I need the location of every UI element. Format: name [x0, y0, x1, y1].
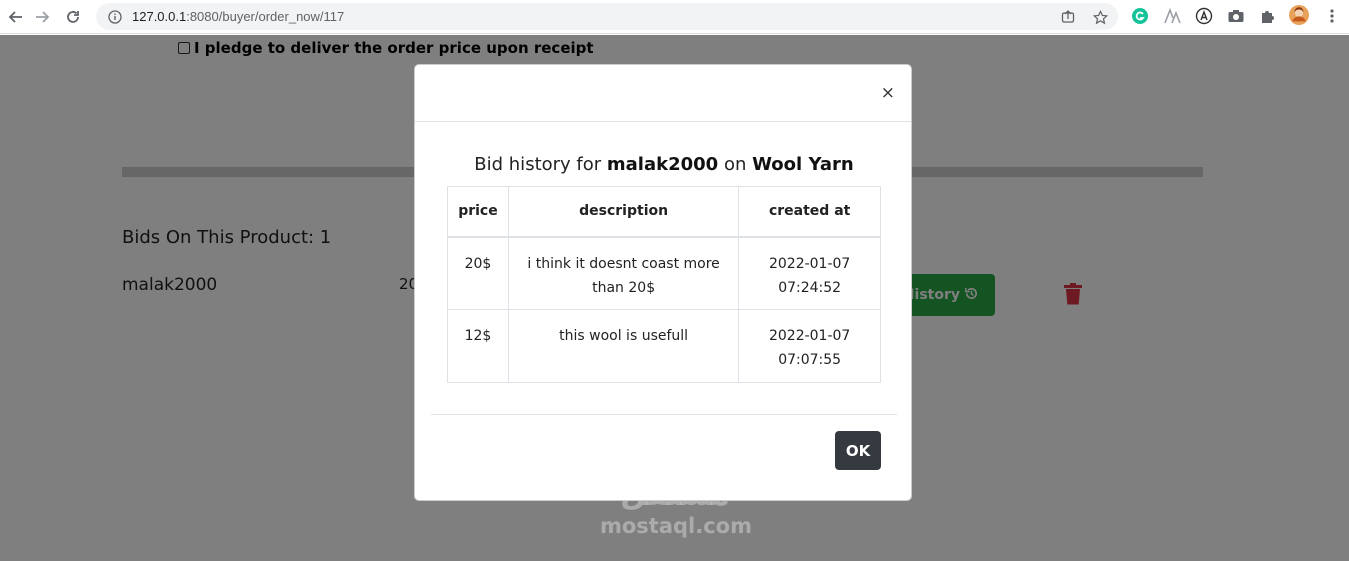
bid-history-table: price description created at 20$ i think…: [447, 186, 881, 383]
extension-a-icon[interactable]: [1194, 6, 1214, 26]
watermark-latin: mostaql.com: [600, 514, 752, 538]
table-header-row: price description created at: [447, 186, 881, 238]
star-icon[interactable]: [1090, 7, 1110, 27]
bid-history-modal: × Bid history for malak2000 on Wool Yarn…: [414, 64, 912, 501]
puzzle-icon[interactable]: [1258, 6, 1278, 26]
reload-icon[interactable]: [57, 1, 89, 33]
info-icon[interactable]: [106, 8, 124, 26]
extension-triangle-icon[interactable]: [1162, 6, 1182, 26]
column-header-price: price: [447, 186, 509, 238]
menu-dots-icon[interactable]: [1322, 6, 1342, 26]
modal-footer-divider: [431, 414, 897, 415]
title-username: malak2000: [606, 154, 719, 175]
cell-price: 20$: [447, 236, 509, 310]
browser-toolbar: 127.0.0.1:8080/buyer/order_now/117: [0, 0, 1349, 34]
table-row: 12$ this wool is usefull 2022-01-07 07:0…: [447, 309, 881, 383]
cell-price: 12$: [447, 309, 509, 383]
profile-avatar[interactable]: [1289, 5, 1309, 25]
modal-header: ×: [415, 65, 911, 122]
cell-created-at: 2022-01-07 07:07:55: [738, 309, 881, 383]
url-text: 127.0.0.1:8080/buyer/order_now/117: [132, 9, 345, 24]
table-row: 20$ i think it doesnt coast more than 20…: [447, 236, 881, 310]
column-header-description: description: [507, 186, 740, 238]
forward-arrow-icon[interactable]: [26, 1, 58, 33]
title-product: Wool Yarn: [752, 154, 854, 175]
cell-description: this wool is usefull: [507, 309, 740, 383]
address-bar[interactable]: 127.0.0.1:8080/buyer/order_now/117: [96, 3, 1118, 30]
camera-icon[interactable]: [1226, 6, 1246, 26]
grammarly-icon[interactable]: [1130, 6, 1150, 26]
cell-created-at: 2022-01-07 07:24:52: [738, 236, 881, 310]
cell-description: i think it doesnt coast more than 20$: [507, 236, 740, 310]
ok-button[interactable]: OK: [835, 431, 881, 470]
modal-title: Bid history for malak2000 on Wool Yarn: [474, 154, 854, 175]
share-icon[interactable]: [1058, 7, 1078, 27]
close-icon[interactable]: ×: [881, 85, 895, 102]
column-header-created-at: created at: [738, 186, 881, 238]
